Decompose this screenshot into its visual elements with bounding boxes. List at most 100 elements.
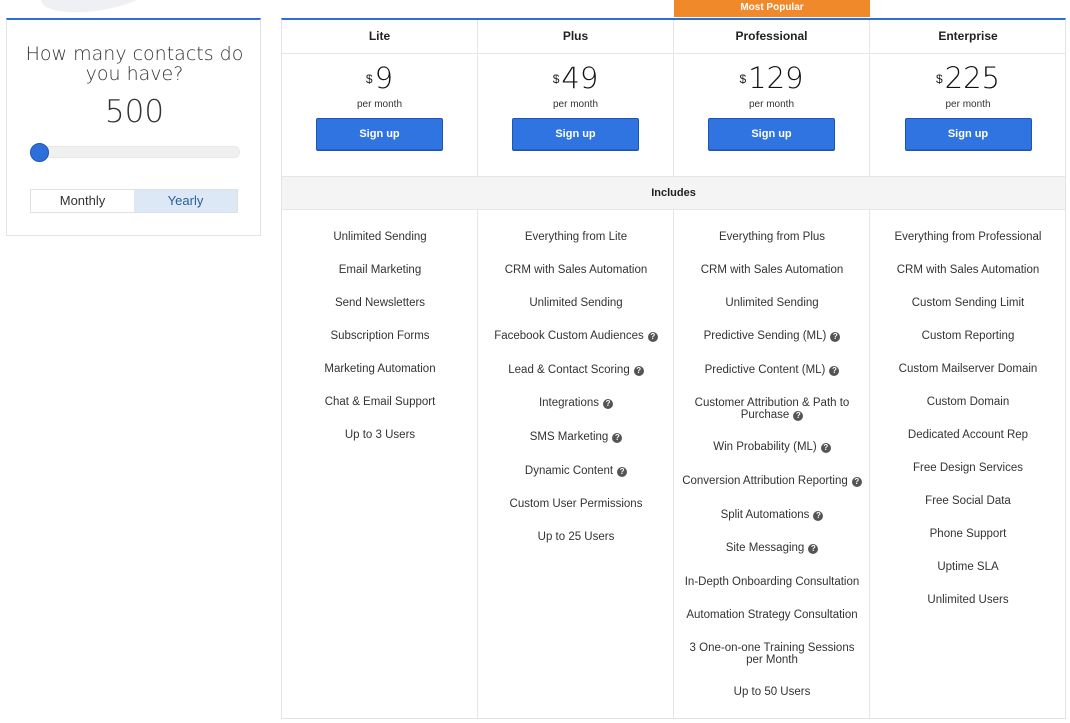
feature-item: Custom Mailserver Domain: [878, 363, 1058, 375]
feature-text: Up to 50 Users: [733, 686, 811, 698]
feature-text: Conversion Attribution Reporting: [682, 475, 848, 487]
feature-text: Free Design Services: [913, 462, 1023, 474]
feature-item: Predictive Content (ML)?: [682, 364, 862, 376]
contacts-slider-track[interactable]: [31, 146, 240, 158]
feature-item: Free Social Data: [878, 495, 1058, 507]
feature-item: Uptime SLA: [878, 561, 1058, 573]
currency-symbol: $: [552, 72, 560, 86]
help-icon[interactable]: ?: [793, 411, 804, 421]
feature-item: Phone Support: [878, 528, 1058, 540]
feature-item: Unlimited Users: [878, 594, 1058, 606]
feature-text: Custom User Permissions: [509, 498, 643, 510]
includes-heading: Includes: [282, 176, 1065, 210]
per-month-label: per month: [945, 99, 991, 110]
feature-text: Dynamic Content: [524, 465, 614, 477]
help-icon[interactable]: ?: [820, 443, 831, 453]
feature-text: Facebook Custom Audiences: [494, 330, 644, 342]
feature-text: Split Automations: [720, 509, 810, 521]
feature-text: 3 One-on-one Training Sessions per Month: [689, 642, 855, 666]
help-icon[interactable]: ?: [813, 511, 824, 521]
feature-text: Up to 25 Users: [537, 531, 615, 543]
feature-text: Uptime SLA: [937, 561, 999, 573]
feature-text: Email Marketing: [338, 264, 422, 276]
help-icon[interactable]: ?: [808, 544, 819, 554]
feature-item: 3 One-on-one Training Sessions per Month: [682, 642, 862, 666]
pricing-table: Lite $9 per month Sign up Unlimited Sending E…: [281, 18, 1066, 719]
feature-text: Send Newsletters: [334, 297, 426, 309]
currency-symbol: $: [935, 72, 943, 86]
feature-text: Chat & Email Support: [324, 396, 436, 408]
feature-text: Subscription Forms: [330, 330, 430, 342]
price-value: 9: [374, 61, 394, 95]
price-value: 129: [748, 61, 804, 95]
help-icon[interactable]: ?: [830, 332, 841, 342]
feature-item: CRM with Sales Automation: [486, 264, 666, 276]
price-row: $129: [674, 54, 869, 98]
feature-item: Custom User Permissions: [486, 498, 666, 510]
feature-item: Everything from Professional: [878, 231, 1058, 243]
billing-yearly-option[interactable]: Yearly: [134, 190, 237, 212]
price-value: 49: [561, 61, 599, 95]
feature-item: CRM with Sales Automation: [878, 264, 1058, 276]
feature-text: In-Depth Onboarding Consultation: [684, 576, 860, 588]
price-row: $49: [478, 54, 673, 98]
feature-text: Predictive Sending (ML): [703, 330, 827, 342]
price-row: $9: [282, 54, 477, 98]
plan-name-lite: Lite: [282, 20, 477, 54]
feature-item: Free Design Services: [878, 462, 1058, 474]
feature-text: Unlimited Sending: [725, 297, 819, 309]
help-icon[interactable]: ?: [633, 366, 644, 376]
plan-name-plus: Plus: [478, 20, 673, 54]
feature-item: Lead & Contact Scoring?: [486, 364, 666, 376]
price: $225: [936, 62, 1000, 94]
help-icon[interactable]: ?: [612, 433, 623, 443]
feature-text: Customer Attribution & Path to Purchase: [694, 397, 850, 421]
feature-item: Integrations?: [486, 397, 666, 409]
feature-text: SMS Marketing: [529, 431, 609, 443]
feature-text: Marketing Automation: [324, 363, 436, 375]
signup-button-lite[interactable]: Sign up: [316, 118, 443, 151]
feature-text: Up to 3 Users: [344, 429, 416, 441]
feature-text: CRM with Sales Automation: [504, 264, 648, 276]
feature-text: Custom Reporting: [921, 330, 1015, 342]
price: $129: [739, 62, 803, 94]
help-icon[interactable]: ?: [851, 477, 862, 487]
help-icon[interactable]: ?: [603, 399, 614, 409]
signup-button-professional[interactable]: Sign up: [708, 118, 835, 151]
signup-button-enterprise[interactable]: Sign up: [904, 118, 1032, 151]
help-icon[interactable]: ?: [829, 366, 840, 376]
plan-column-enterprise: Enterprise $225 per month Sign up Everything…: [870, 20, 1066, 719]
feature-item: Custom Reporting: [878, 330, 1058, 342]
price-value: 225: [944, 61, 1001, 95]
help-icon[interactable]: ?: [647, 332, 658, 342]
feature-text: Automation Strategy Consultation: [686, 609, 858, 621]
feature-item: Unlimited Sending: [486, 297, 666, 309]
per-month-label: per month: [356, 99, 403, 110]
price: $9: [366, 62, 393, 94]
plan-column-professional: Professional $129 per month Sign up Everythi…: [674, 20, 870, 719]
most-popular-badge: Most Popular: [674, 0, 870, 17]
signup-button-plus[interactable]: Sign up: [512, 118, 639, 151]
feature-text: Everything from Lite: [524, 231, 628, 243]
feature-item: CRM with Sales Automation: [682, 264, 862, 276]
feature-text: Unlimited Users: [927, 594, 1009, 606]
feature-item: Predictive Sending (ML)?: [682, 330, 862, 342]
feature-text: Free Social Data: [925, 495, 1011, 507]
feature-text: Everything from Plus: [718, 231, 826, 243]
feature-item: Everything from Plus: [682, 231, 862, 243]
feature-text: Integrations: [538, 397, 600, 409]
help-icon[interactable]: ?: [617, 467, 628, 477]
billing-monthly-option[interactable]: Monthly: [31, 190, 134, 212]
feature-text: Lead & Contact Scoring: [508, 364, 630, 376]
plan-column-lite: Lite $9 per month Sign up Unlimited Sending E…: [282, 20, 478, 719]
contacts-slider-thumb[interactable]: [30, 143, 49, 162]
feature-item: Up to 25 Users: [486, 531, 666, 543]
plan-name-enterprise: Enterprise: [870, 20, 1066, 54]
feature-text: Unlimited Sending: [333, 231, 427, 243]
feature-item: Site Messaging?: [682, 542, 862, 554]
price: $49: [553, 62, 599, 94]
currency-symbol: $: [365, 72, 373, 86]
feature-item: Up to 3 Users: [290, 429, 470, 441]
contacts-panel: How many contacts do you have? 500 Month…: [6, 18, 261, 236]
feature-item: In-Depth Onboarding Consultation: [682, 576, 862, 588]
